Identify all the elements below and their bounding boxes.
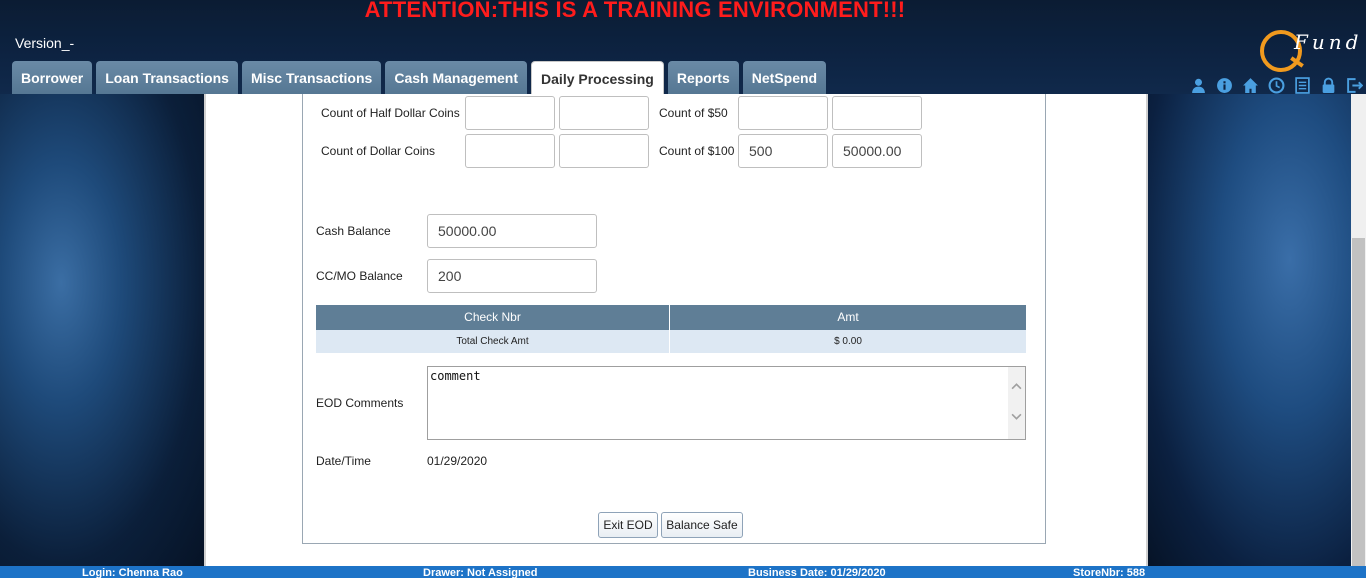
main-tabs: Borrower Loan Transactions Misc Transact… bbox=[12, 61, 827, 96]
qfund-logo: Fund bbox=[1258, 26, 1362, 72]
check-table: Check Nbr Amt Total Check Amt $ 0.00 bbox=[316, 305, 1026, 353]
status-store: StoreNbr: 588 bbox=[1073, 567, 1146, 578]
col-check-nbr: Check Nbr bbox=[316, 305, 670, 330]
eod-comments-text: comment bbox=[430, 369, 481, 383]
home-icon[interactable] bbox=[1240, 76, 1260, 94]
hundred-amount-input[interactable]: 50000.00 bbox=[832, 134, 922, 168]
half-dollar-amount-input[interactable] bbox=[559, 96, 649, 130]
toolbar-icons bbox=[1188, 76, 1364, 94]
tab-daily-processing[interactable]: Daily Processing bbox=[531, 61, 664, 96]
fifty-label: Count of $50 bbox=[659, 106, 728, 120]
scroll-down-icon[interactable] bbox=[1011, 411, 1022, 422]
background-left bbox=[0, 94, 204, 566]
col-amt: Amt bbox=[670, 305, 1026, 330]
scroll-up-icon[interactable] bbox=[1011, 381, 1022, 392]
notes-icon[interactable] bbox=[1292, 76, 1312, 94]
half-dollar-label: Count of Half Dollar Coins bbox=[321, 106, 460, 120]
fifty-count-input[interactable] bbox=[738, 96, 828, 130]
logout-icon[interactable] bbox=[1344, 76, 1364, 94]
tab-netspend[interactable]: NetSpend bbox=[742, 61, 827, 96]
tab-misc-transactions[interactable]: Misc Transactions bbox=[241, 61, 382, 96]
daily-processing-panel: Count of Half Dollar Coins Count of Doll… bbox=[204, 94, 1148, 566]
hundred-label: Count of $100 bbox=[659, 144, 735, 158]
dollar-coins-label: Count of Dollar Coins bbox=[321, 144, 436, 158]
dollar-coins-count-input[interactable] bbox=[465, 134, 555, 168]
eod-comments-textarea[interactable]: comment bbox=[427, 366, 1026, 440]
fifty-amount-input[interactable] bbox=[832, 96, 922, 130]
hundred-count-input[interactable]: 500 bbox=[738, 134, 828, 168]
eod-comments-label: EOD Comments bbox=[316, 396, 404, 410]
tab-cash-management[interactable]: Cash Management bbox=[385, 61, 528, 96]
cash-balance-input[interactable]: 50000.00 bbox=[427, 214, 597, 248]
balance-safe-button[interactable]: Balance Safe bbox=[661, 512, 743, 538]
page-scrollbar[interactable] bbox=[1351, 94, 1366, 566]
total-check-label: Total Check Amt bbox=[316, 330, 670, 353]
comments-scrollbar[interactable] bbox=[1008, 367, 1025, 439]
status-login: Login: Chenna Rao bbox=[82, 567, 183, 578]
half-dollar-count-input[interactable] bbox=[465, 96, 555, 130]
datetime-value: 01/29/2020 bbox=[427, 454, 488, 468]
total-check-amount: $ 0.00 bbox=[670, 330, 1026, 353]
training-banner: ATTENTION:THIS IS A TRAINING ENVIRONMENT… bbox=[364, 0, 906, 22]
tab-borrower[interactable]: Borrower bbox=[12, 61, 93, 96]
status-drawer: Drawer: Not Assigned bbox=[423, 567, 538, 578]
tab-loan-transactions[interactable]: Loan Transactions bbox=[96, 61, 238, 96]
check-table-header: Check Nbr Amt bbox=[316, 305, 1026, 330]
exit-eod-button[interactable]: Exit EOD bbox=[598, 512, 658, 538]
eod-form: Count of Half Dollar Coins Count of Doll… bbox=[302, 94, 1046, 544]
tab-reports[interactable]: Reports bbox=[667, 61, 739, 96]
background-right bbox=[1146, 94, 1351, 566]
clock-icon[interactable] bbox=[1266, 76, 1286, 94]
status-business-date: Business Date: 01/29/2020 bbox=[748, 567, 886, 578]
lock-icon[interactable] bbox=[1318, 76, 1338, 94]
info-icon[interactable] bbox=[1214, 76, 1234, 94]
check-table-total-row: Total Check Amt $ 0.00 bbox=[316, 330, 1026, 353]
ccmo-balance-label: CC/MO Balance bbox=[316, 269, 403, 283]
app-header: ATTENTION:THIS IS A TRAINING ENVIRONMENT… bbox=[0, 0, 1366, 96]
scrollbar-thumb[interactable] bbox=[1352, 238, 1365, 566]
ccmo-balance-input[interactable]: 200 bbox=[427, 259, 597, 293]
cash-balance-label: Cash Balance bbox=[316, 224, 391, 238]
status-bar: Login: Chenna Rao Drawer: Not Assigned B… bbox=[0, 566, 1366, 578]
logo-text: Fund bbox=[1294, 30, 1363, 54]
version-label: Version_- bbox=[15, 35, 75, 51]
dollar-coins-amount-input[interactable] bbox=[559, 134, 649, 168]
datetime-label: Date/Time bbox=[316, 454, 371, 468]
user-icon[interactable] bbox=[1188, 76, 1208, 94]
